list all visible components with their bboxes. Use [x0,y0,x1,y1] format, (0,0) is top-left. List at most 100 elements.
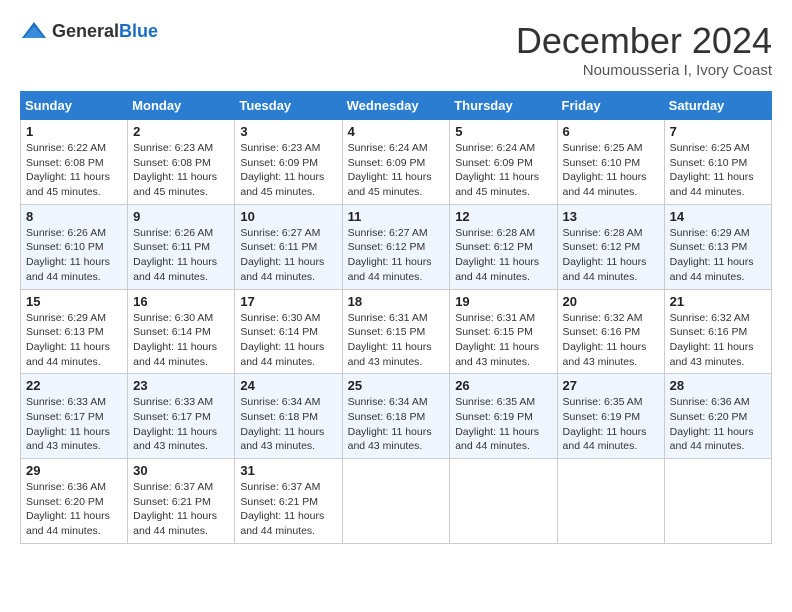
day-info: Sunrise: 6:37 AM Sunset: 6:21 PM Dayligh… [240,480,336,539]
day-number: 27 [563,378,659,393]
day-number: 19 [455,294,551,309]
day-info: Sunrise: 6:32 AM Sunset: 6:16 PM Dayligh… [563,311,659,370]
day-info: Sunrise: 6:26 AM Sunset: 6:10 PM Dayligh… [26,226,122,285]
day-info: Sunrise: 6:29 AM Sunset: 6:13 PM Dayligh… [670,226,766,285]
calendar-day-header: Saturday [664,92,771,120]
calendar-cell: 12 Sunrise: 6:28 AM Sunset: 6:12 PM Dayl… [450,204,557,289]
day-number: 31 [240,463,336,478]
day-info: Sunrise: 6:36 AM Sunset: 6:20 PM Dayligh… [26,480,122,539]
title-block: December 2024 Noumousseria I, Ivory Coas… [516,20,772,79]
calendar-header-row: SundayMondayTuesdayWednesdayThursdayFrid… [21,92,772,120]
day-info: Sunrise: 6:30 AM Sunset: 6:14 PM Dayligh… [133,311,229,370]
calendar-week-row: 8 Sunrise: 6:26 AM Sunset: 6:10 PM Dayli… [21,204,772,289]
calendar-cell: 11 Sunrise: 6:27 AM Sunset: 6:12 PM Dayl… [342,204,450,289]
day-number: 14 [670,209,766,224]
calendar-cell: 27 Sunrise: 6:35 AM Sunset: 6:19 PM Dayl… [557,374,664,459]
calendar-cell [450,459,557,544]
calendar-day-header: Wednesday [342,92,450,120]
day-number: 30 [133,463,229,478]
day-info: Sunrise: 6:25 AM Sunset: 6:10 PM Dayligh… [563,141,659,200]
calendar-cell [664,459,771,544]
day-number: 9 [133,209,229,224]
day-info: Sunrise: 6:37 AM Sunset: 6:21 PM Dayligh… [133,480,229,539]
calendar-week-row: 29 Sunrise: 6:36 AM Sunset: 6:20 PM Dayl… [21,459,772,544]
page-header: GeneralBlue December 2024 Noumousseria I… [20,20,772,79]
day-info: Sunrise: 6:35 AM Sunset: 6:19 PM Dayligh… [455,395,551,454]
calendar-cell: 5 Sunrise: 6:24 AM Sunset: 6:09 PM Dayli… [450,120,557,205]
calendar-day-header: Sunday [21,92,128,120]
calendar-cell: 28 Sunrise: 6:36 AM Sunset: 6:20 PM Dayl… [664,374,771,459]
calendar-cell: 30 Sunrise: 6:37 AM Sunset: 6:21 PM Dayl… [128,459,235,544]
day-info: Sunrise: 6:22 AM Sunset: 6:08 PM Dayligh… [26,141,122,200]
calendar-cell: 3 Sunrise: 6:23 AM Sunset: 6:09 PM Dayli… [235,120,342,205]
calendar-cell: 9 Sunrise: 6:26 AM Sunset: 6:11 PM Dayli… [128,204,235,289]
calendar-cell: 7 Sunrise: 6:25 AM Sunset: 6:10 PM Dayli… [664,120,771,205]
calendar-cell: 25 Sunrise: 6:34 AM Sunset: 6:18 PM Dayl… [342,374,450,459]
calendar-day-header: Friday [557,92,664,120]
day-number: 26 [455,378,551,393]
calendar-week-row: 15 Sunrise: 6:29 AM Sunset: 6:13 PM Dayl… [21,289,772,374]
day-number: 22 [26,378,122,393]
day-number: 20 [563,294,659,309]
day-number: 11 [348,209,445,224]
day-info: Sunrise: 6:31 AM Sunset: 6:15 PM Dayligh… [348,311,445,370]
day-number: 28 [670,378,766,393]
day-number: 29 [26,463,122,478]
day-info: Sunrise: 6:36 AM Sunset: 6:20 PM Dayligh… [670,395,766,454]
calendar-cell: 18 Sunrise: 6:31 AM Sunset: 6:15 PM Dayl… [342,289,450,374]
day-info: Sunrise: 6:34 AM Sunset: 6:18 PM Dayligh… [348,395,445,454]
calendar-week-row: 1 Sunrise: 6:22 AM Sunset: 6:08 PM Dayli… [21,120,772,205]
calendar-cell [557,459,664,544]
calendar-cell: 16 Sunrise: 6:30 AM Sunset: 6:14 PM Dayl… [128,289,235,374]
day-number: 8 [26,209,122,224]
day-info: Sunrise: 6:30 AM Sunset: 6:14 PM Dayligh… [240,311,336,370]
day-info: Sunrise: 6:26 AM Sunset: 6:11 PM Dayligh… [133,226,229,285]
calendar-cell: 19 Sunrise: 6:31 AM Sunset: 6:15 PM Dayl… [450,289,557,374]
calendar-cell: 29 Sunrise: 6:36 AM Sunset: 6:20 PM Dayl… [21,459,128,544]
calendar-cell [342,459,450,544]
calendar-cell: 26 Sunrise: 6:35 AM Sunset: 6:19 PM Dayl… [450,374,557,459]
day-info: Sunrise: 6:25 AM Sunset: 6:10 PM Dayligh… [670,141,766,200]
day-number: 24 [240,378,336,393]
day-number: 7 [670,124,766,139]
day-info: Sunrise: 6:27 AM Sunset: 6:11 PM Dayligh… [240,226,336,285]
day-info: Sunrise: 6:23 AM Sunset: 6:09 PM Dayligh… [240,141,336,200]
calendar-cell: 21 Sunrise: 6:32 AM Sunset: 6:16 PM Dayl… [664,289,771,374]
day-number: 17 [240,294,336,309]
calendar-cell: 13 Sunrise: 6:28 AM Sunset: 6:12 PM Dayl… [557,204,664,289]
calendar-cell: 8 Sunrise: 6:26 AM Sunset: 6:10 PM Dayli… [21,204,128,289]
logo-icon [20,20,48,42]
calendar-day-header: Monday [128,92,235,120]
day-info: Sunrise: 6:33 AM Sunset: 6:17 PM Dayligh… [133,395,229,454]
day-info: Sunrise: 6:24 AM Sunset: 6:09 PM Dayligh… [455,141,551,200]
day-number: 12 [455,209,551,224]
day-number: 3 [240,124,336,139]
day-info: Sunrise: 6:28 AM Sunset: 6:12 PM Dayligh… [563,226,659,285]
day-info: Sunrise: 6:33 AM Sunset: 6:17 PM Dayligh… [26,395,122,454]
calendar-cell: 31 Sunrise: 6:37 AM Sunset: 6:21 PM Dayl… [235,459,342,544]
calendar-cell: 2 Sunrise: 6:23 AM Sunset: 6:08 PM Dayli… [128,120,235,205]
calendar-cell: 1 Sunrise: 6:22 AM Sunset: 6:08 PM Dayli… [21,120,128,205]
day-number: 21 [670,294,766,309]
calendar-cell: 4 Sunrise: 6:24 AM Sunset: 6:09 PM Dayli… [342,120,450,205]
calendar-table: SundayMondayTuesdayWednesdayThursdayFrid… [20,91,772,544]
day-info: Sunrise: 6:35 AM Sunset: 6:19 PM Dayligh… [563,395,659,454]
day-info: Sunrise: 6:29 AM Sunset: 6:13 PM Dayligh… [26,311,122,370]
day-info: Sunrise: 6:24 AM Sunset: 6:09 PM Dayligh… [348,141,445,200]
day-number: 23 [133,378,229,393]
calendar-cell: 10 Sunrise: 6:27 AM Sunset: 6:11 PM Dayl… [235,204,342,289]
day-info: Sunrise: 6:34 AM Sunset: 6:18 PM Dayligh… [240,395,336,454]
day-number: 18 [348,294,445,309]
day-number: 6 [563,124,659,139]
day-number: 5 [455,124,551,139]
calendar-cell: 23 Sunrise: 6:33 AM Sunset: 6:17 PM Dayl… [128,374,235,459]
day-number: 25 [348,378,445,393]
location-subtitle: Noumousseria I, Ivory Coast [516,62,772,79]
day-info: Sunrise: 6:28 AM Sunset: 6:12 PM Dayligh… [455,226,551,285]
day-info: Sunrise: 6:23 AM Sunset: 6:08 PM Dayligh… [133,141,229,200]
day-info: Sunrise: 6:32 AM Sunset: 6:16 PM Dayligh… [670,311,766,370]
calendar-cell: 6 Sunrise: 6:25 AM Sunset: 6:10 PM Dayli… [557,120,664,205]
day-number: 16 [133,294,229,309]
calendar-day-header: Tuesday [235,92,342,120]
day-info: Sunrise: 6:27 AM Sunset: 6:12 PM Dayligh… [348,226,445,285]
